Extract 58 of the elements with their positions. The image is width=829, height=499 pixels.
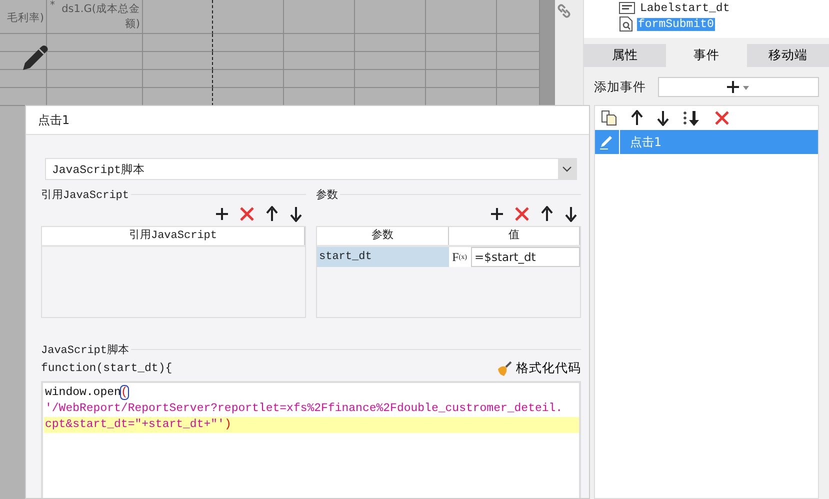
table-cell [213, 34, 284, 52]
field-label: 添加事件 [594, 78, 646, 96]
table-cell [426, 0, 497, 34]
table-cell [355, 34, 426, 52]
table-cell [355, 0, 426, 34]
plus-icon[interactable] [491, 208, 503, 220]
arrow-down-icon[interactable] [657, 110, 669, 126]
table-cell [426, 34, 497, 52]
section-title: JavaScript脚本 [41, 343, 130, 356]
arrow-down-icon[interactable] [565, 206, 577, 222]
arrow-up-icon[interactable] [631, 110, 643, 126]
function-signature: function(start_dt){ [41, 362, 172, 375]
column-header: 毛利率) [6, 11, 44, 26]
value-field[interactable]: =$start_dt [470, 247, 580, 267]
delete-icon[interactable] [715, 111, 729, 125]
table-cell [143, 34, 213, 52]
code-editor[interactable]: window.open( '/WebReport/ReportServer?reportlet=xfs%2Ffinance%2Fdouble_custromer_deteil. cpt&start_dt="+start_dt+"') [41, 381, 581, 498]
column-header: ds1.G(成本总金额) [60, 2, 140, 32]
code-line: '/WebReport/ReportServer?reportlet=xfs%2Ffinance%2Fdouble_custromer_deteil. [44, 401, 564, 417]
table-cell [355, 52, 426, 70]
table-cell [284, 52, 355, 70]
table-cell [284, 0, 355, 34]
code-line: window.open( [44, 385, 129, 401]
copy-icon[interactable] [601, 110, 617, 126]
broom-icon [496, 360, 512, 376]
table-cell[interactable]: start_dt [317, 247, 448, 267]
section-title: 参数 [316, 188, 338, 202]
tab[interactable]: 移动端 [747, 44, 829, 67]
column-header: 引用JavaScript [42, 227, 305, 245]
arrow-up-icon[interactable] [266, 206, 278, 222]
dialog-title: 点击1 [38, 112, 70, 128]
pencil-icon[interactable] [20, 43, 50, 73]
plus-icon[interactable] [216, 208, 228, 220]
table-cell [213, 52, 284, 70]
format-code-button[interactable]: 格式化代码 [496, 360, 581, 377]
arrow-down-icon[interactable] [290, 206, 302, 222]
tree-item[interactable]: Labelstart_dt [619, 0, 829, 16]
action-type-select[interactable]: JavaScript脚本 [45, 158, 577, 180]
table-cell [284, 34, 355, 52]
tab[interactable]: 属性 [584, 44, 666, 67]
column-header: 值 [448, 227, 580, 245]
table-cell [143, 0, 213, 34]
link-icon[interactable] [556, 3, 572, 19]
required-mark: * [50, 0, 55, 11]
delete-icon[interactable] [240, 207, 254, 221]
section-title: 引用JavaScript [41, 188, 130, 202]
table-cell [426, 52, 497, 70]
move-to-bottom-icon[interactable] [683, 110, 701, 126]
arrow-up-icon[interactable] [541, 206, 553, 222]
table-cell [0, 70, 47, 88]
pencil-icon [599, 134, 615, 150]
table-cell [213, 0, 284, 34]
plus-caret-icon [726, 81, 750, 93]
delete-icon[interactable] [515, 207, 529, 221]
table-cell [143, 52, 213, 70]
chevron-down-icon [562, 166, 572, 172]
column-header: 参数 [317, 227, 448, 245]
document-search-icon [619, 16, 633, 32]
